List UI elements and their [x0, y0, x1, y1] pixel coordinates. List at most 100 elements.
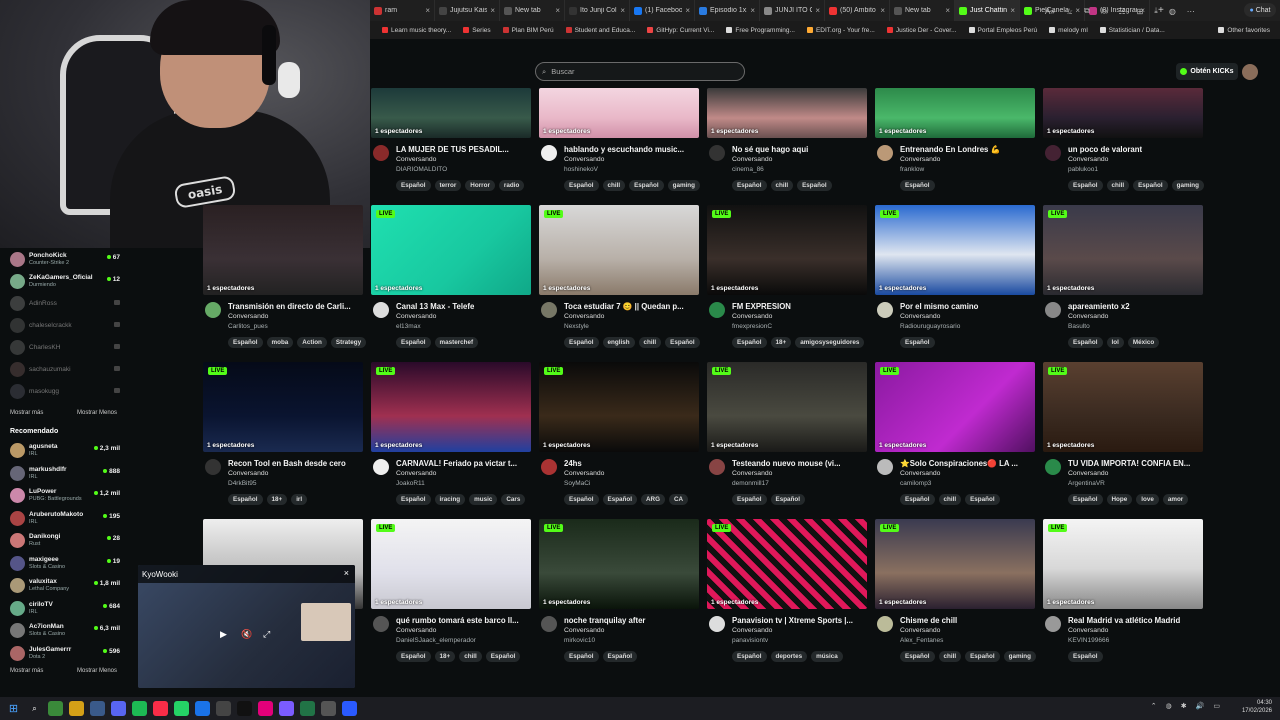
stream-category[interactable]: Conversando [900, 627, 940, 634]
stream-tag[interactable]: amor [1162, 494, 1189, 505]
bookmark-item[interactable]: Free Programming... [726, 27, 795, 34]
stream-tag[interactable]: lol [1106, 337, 1124, 348]
stream-tag[interactable]: Horror [465, 180, 495, 191]
stream-tag[interactable]: gaming [667, 180, 700, 191]
close-tab-icon[interactable]: × [1010, 6, 1015, 15]
stream-card[interactable]: LIVE 1 espectadores Canal 13 Max - Telefe C… [371, 205, 531, 355]
stream-card[interactable]: LIVE 1 espectadores Chisme de chill Convers… [875, 519, 1036, 669]
stream-card[interactable]: LIVE 1 espectadores CARNAVAL! Feriado pa v… [371, 362, 531, 512]
stream-tag[interactable]: 18+ [770, 337, 792, 348]
browser-tab[interactable]: (50) Ambito × [825, 0, 890, 21]
download-icon[interactable]: ⤓ [1154, 6, 1158, 16]
play-icon[interactable]: ▶ [220, 629, 227, 640]
stream-thumbnail[interactable]: 1 espectadores [707, 88, 867, 138]
stream-card[interactable]: LIVE 1 espectadores apareamiento x2 Convers… [1043, 205, 1203, 355]
stream-tag[interactable]: Action [297, 337, 327, 348]
streamer-name[interactable]: pablukoo1 [1068, 166, 1098, 173]
stream-title[interactable]: un poco de valorant [1068, 145, 1203, 154]
bluetooth-icon[interactable]: ✱ [1181, 702, 1187, 710]
stream-title[interactable]: hablando y escuchando music... [564, 145, 699, 154]
recommended-channel[interactable]: markushdlfr IRL 888 [10, 464, 125, 484]
steam-icon[interactable] [90, 701, 105, 716]
streamer-name[interactable]: Basulto [1068, 323, 1090, 330]
stream-category[interactable]: Conversando [396, 470, 436, 477]
stream-tag[interactable]: moba [266, 337, 294, 348]
recommended-channel[interactable]: maxigeee Slots & Casino 19 [10, 554, 125, 574]
streamer-name[interactable]: JoakoR11 [396, 480, 425, 487]
search-taskbar-icon[interactable]: ⌕ [27, 701, 42, 716]
stream-category[interactable]: Conversando [1068, 156, 1108, 163]
stream-thumbnail[interactable]: LIVE 1 espectadores [875, 362, 1035, 452]
stream-tag[interactable]: Español [228, 494, 263, 505]
stream-tag[interactable]: Español [564, 337, 599, 348]
close-tab-icon[interactable]: × [555, 6, 560, 15]
show-more-recommended[interactable]: Mostrar más [10, 668, 43, 674]
stream-card[interactable]: LIVE 1 espectadores Real Madrid va atlétic… [1043, 519, 1203, 669]
stream-title[interactable]: Entrenando En Londres 💪 [900, 145, 1035, 154]
battery-icon[interactable]: ▭ [1213, 702, 1220, 710]
stream-category[interactable]: Conversando [396, 156, 436, 163]
stream-category[interactable]: Conversando [732, 156, 772, 163]
stream-card[interactable]: LIVE 1 espectadores FM EXPRESION Conversand… [707, 205, 867, 355]
bookmark-item[interactable]: Portal Empleos Perú [968, 27, 1037, 34]
bookmark-item[interactable]: EDIT.org - Your fre... [806, 27, 875, 34]
refresh-icon[interactable]: ↻ [1101, 7, 1108, 16]
stream-title[interactable]: 24hs [564, 459, 699, 468]
stream-thumbnail[interactable]: 1 espectadores [203, 205, 363, 295]
stream-tag[interactable]: Español [732, 651, 767, 662]
bookmark-item[interactable]: Plan BIM Perú [502, 27, 554, 34]
streamer-avatar[interactable] [373, 616, 389, 632]
stream-tag[interactable]: Español [732, 180, 767, 191]
streamer-avatar[interactable] [541, 145, 557, 161]
stream-thumbnail[interactable]: LIVE 1 espectadores [371, 362, 531, 452]
stream-card[interactable]: LIVE 1 espectadores Por el mismo camino Con… [875, 205, 1035, 355]
edge-icon[interactable] [195, 701, 210, 716]
stream-thumbnail[interactable]: LIVE 1 espectadores [1043, 519, 1203, 609]
stream-tag[interactable]: Español [396, 180, 431, 191]
stream-thumbnail[interactable]: LIVE 1 espectadores [707, 205, 867, 295]
stream-category[interactable]: Conversando [1068, 627, 1108, 634]
stream-title[interactable]: qué rumbo tomará este barco ll... [396, 616, 531, 625]
stream-title[interactable]: Chisme de chill [900, 616, 1035, 625]
stream-tag[interactable]: ARG [641, 494, 665, 505]
copilot-chat-button[interactable]: ● Chat [1244, 3, 1276, 17]
network-icon[interactable]: ◍ [1166, 702, 1172, 710]
stream-card[interactable]: LIVE 1 espectadores Toca estudiar 7 😊 || Q… [539, 205, 700, 355]
stream-category[interactable]: Conversando [900, 470, 940, 477]
stream-thumbnail[interactable]: LIVE 1 espectadores [1043, 205, 1203, 295]
stream-tag[interactable]: CA [669, 494, 689, 505]
streamer-avatar[interactable] [709, 616, 725, 632]
stream-tag[interactable]: chill [602, 180, 626, 191]
stream-category[interactable]: Conversando [732, 627, 772, 634]
discord-icon[interactable] [111, 701, 126, 716]
bookmark-item[interactable]: Student and Educa... [565, 27, 635, 34]
stream-tag[interactable]: gaming [1003, 651, 1036, 662]
streamer-name[interactable]: KEVIN199666 [1068, 637, 1109, 644]
recommended-channel[interactable]: AruberutoMakoto IRL 195 [10, 509, 125, 529]
recommended-channel[interactable]: ciriloTV IRL 684 [10, 599, 125, 619]
browser-tab[interactable]: ram × [370, 0, 435, 21]
following-channel[interactable]: sachauzumaki [10, 360, 125, 380]
shopping-icon[interactable]: ◍ [1169, 7, 1176, 16]
stream-thumbnail[interactable]: LIVE 1 espectadores [875, 205, 1035, 295]
stream-category[interactable]: Conversando [732, 313, 772, 320]
chevron-up-icon[interactable]: ⌃ [1151, 702, 1157, 710]
streamer-avatar[interactable] [205, 459, 221, 475]
other-favorites[interactable]: Other favorites [1218, 27, 1280, 34]
streamer-name[interactable]: mirkovic10 [564, 637, 595, 644]
volume-icon[interactable]: 🔊 [1196, 702, 1205, 710]
browser-tab[interactable]: New tab × [890, 0, 955, 21]
stream-thumbnail[interactable]: LIVE 1 espectadores [707, 362, 867, 452]
stream-card[interactable]: LIVE 1 espectadores noche tranquilay after… [539, 519, 699, 669]
stream-tag[interactable]: music [469, 494, 498, 505]
streamer-name[interactable]: el13max [396, 323, 421, 330]
stream-thumbnail[interactable]: LIVE 1 espectadores [539, 205, 699, 295]
stream-tag[interactable]: amigosyseguidores [795, 337, 865, 348]
spotify-icon[interactable] [132, 701, 147, 716]
stream-card[interactable]: LIVE 1 espectadores Recon Tool en Bash des… [203, 362, 363, 512]
streamer-avatar[interactable] [1045, 616, 1061, 632]
stream-category[interactable]: Conversando [900, 313, 940, 320]
streamer-name[interactable]: fmexpresionC [732, 323, 772, 330]
following-channel[interactable]: chaleselcrackk [10, 316, 125, 336]
stream-tag[interactable]: Español [965, 494, 1000, 505]
